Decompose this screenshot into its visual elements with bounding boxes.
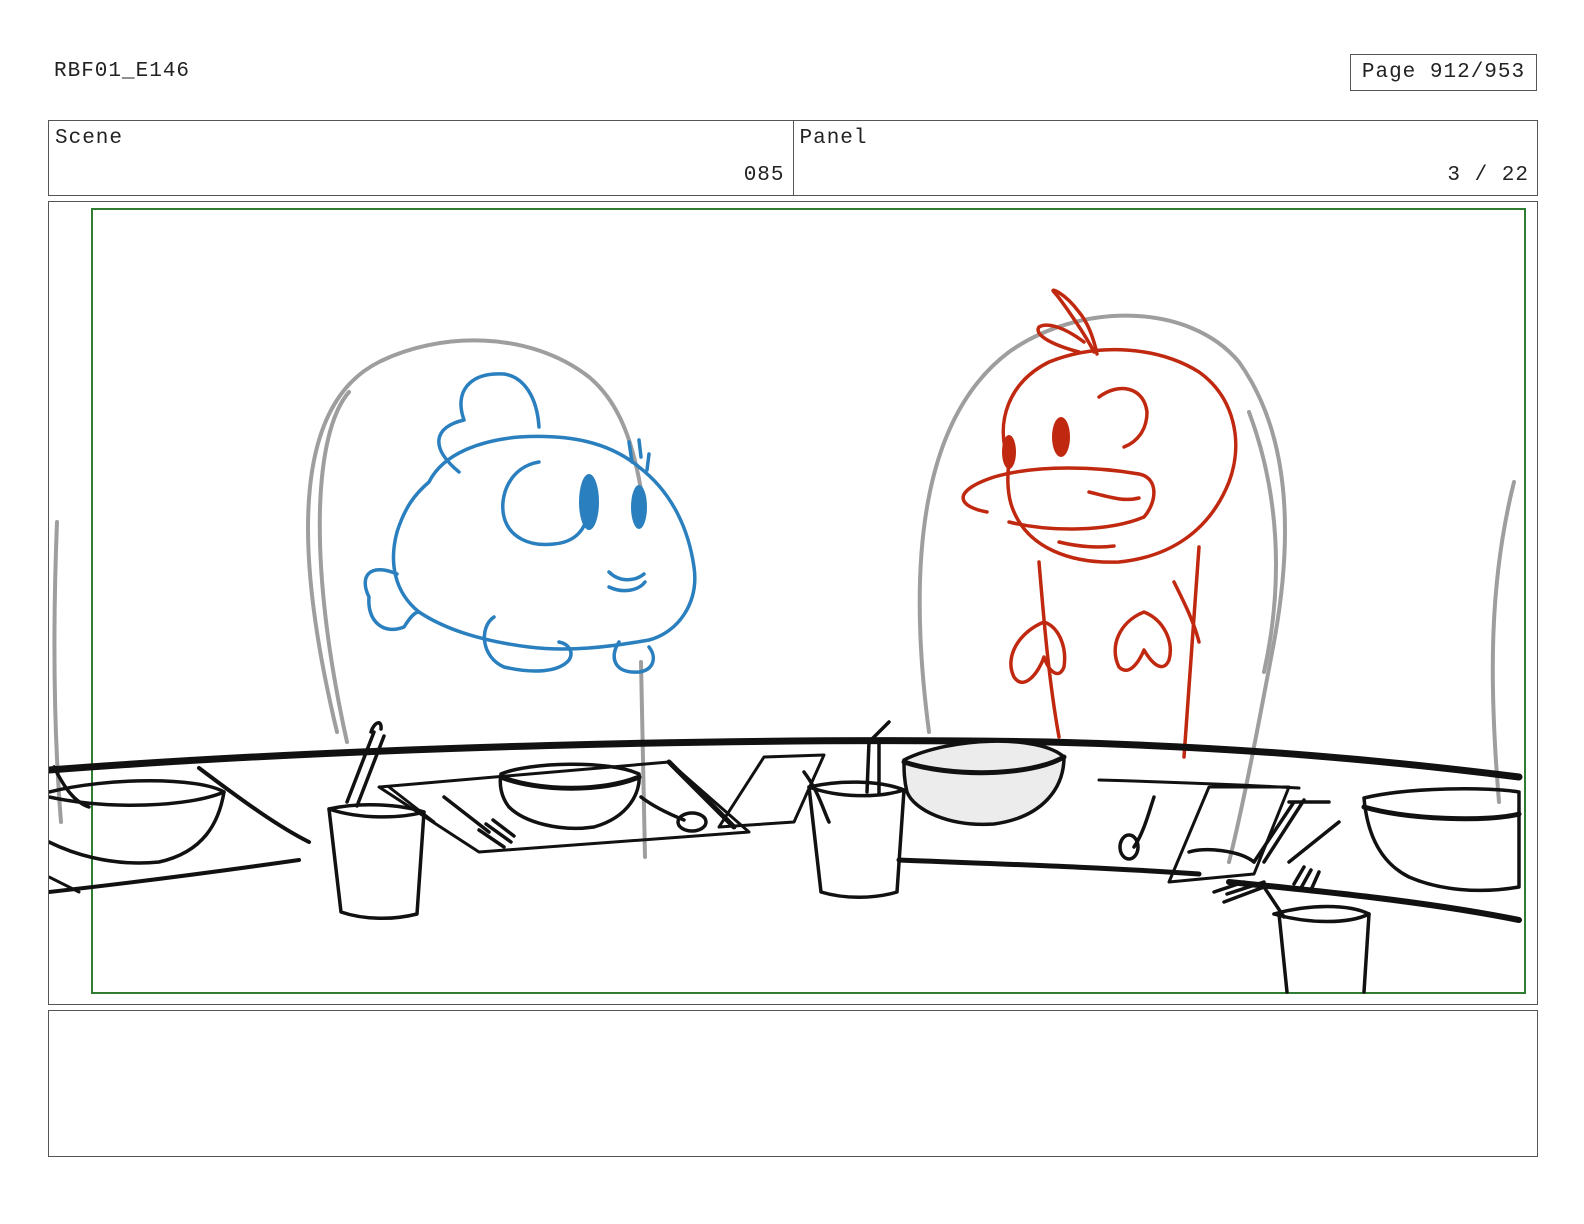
edge-chairs xyxy=(52,480,1516,824)
safe-frame xyxy=(91,208,1526,994)
scene-panel-info-row: Scene 085 Panel 3 / 22 xyxy=(48,120,1538,196)
page-counter: Page 912/953 xyxy=(1350,54,1537,91)
scene-number: 085 xyxy=(743,164,785,187)
blue-fish-character xyxy=(363,372,697,674)
document-id: RBF01_E146 xyxy=(54,60,191,83)
scene-label: Scene xyxy=(55,127,124,150)
scene-cell: Scene 085 xyxy=(49,121,793,195)
panel-notes-box xyxy=(48,1010,1538,1157)
panel-cell: Panel 3 / 22 xyxy=(792,121,1538,195)
red-bird-character xyxy=(961,288,1238,759)
storyboard-panel xyxy=(48,201,1538,1005)
tableware xyxy=(49,720,1522,994)
panel-number: 3 / 22 xyxy=(1447,164,1529,187)
table xyxy=(49,737,1523,923)
panel-label: Panel xyxy=(799,127,868,150)
storyboard-drawing xyxy=(49,208,1526,994)
